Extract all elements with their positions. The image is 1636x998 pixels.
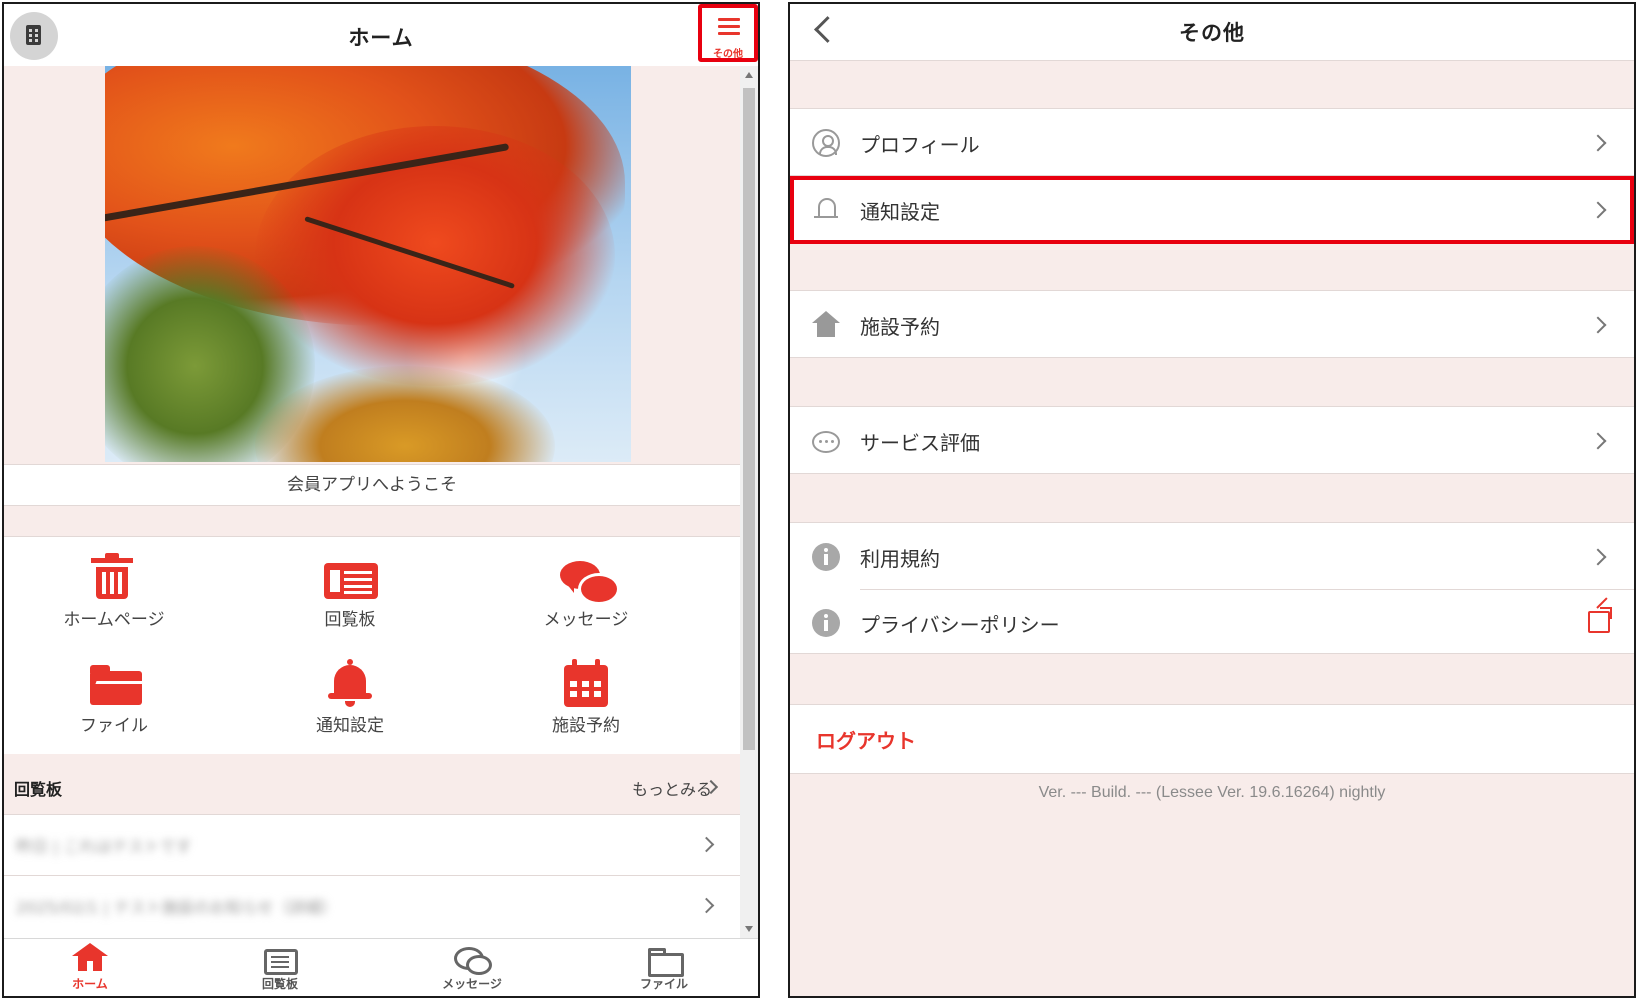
version-text: Ver. --- Build. --- (Lessee Ver. 19.6.16… <box>1038 784 1386 801</box>
chat-bubbles-icon <box>452 943 492 975</box>
trash-icon <box>84 549 144 603</box>
folder-icon <box>84 655 144 709</box>
menu-item-label: 利用規約 <box>860 547 940 571</box>
shortcut-label: 回覧板 <box>324 610 376 630</box>
chevron-right-icon <box>1589 432 1607 450</box>
chat-bubbles-icon <box>556 549 620 605</box>
shortcut-facility-booking[interactable]: 施設予約 <box>496 655 676 736</box>
tab-label: ファイル <box>639 977 688 991</box>
menu-group-legal: 利用規約 プライバシーポリシー <box>790 522 1634 654</box>
menu-item-terms[interactable]: 利用規約 <box>790 523 1634 589</box>
tab-home[interactable]: ホーム <box>30 943 150 992</box>
chevron-right-icon <box>698 897 715 914</box>
calendar-icon <box>556 655 616 709</box>
welcome-text: 会員アプリへようこそ <box>4 464 740 506</box>
tab-messages[interactable]: メッセージ <box>412 943 532 992</box>
shortcut-circular[interactable]: 回覧板 <box>260 549 440 630</box>
menu-item-label: サービス評価 <box>860 431 980 455</box>
home-header: ホーム その他 <box>4 4 758 66</box>
user-circle-icon <box>812 129 840 157</box>
chevron-right-icon <box>698 836 715 853</box>
house-icon <box>812 311 840 339</box>
home-screen: ホーム その他 会員アプリへようこそ ホームページ 回覧板 メッセージ ファイル… <box>2 2 760 998</box>
info-icon <box>812 543 840 571</box>
chevron-right-icon <box>1589 134 1607 152</box>
shortcut-notifications[interactable]: 通知設定 <box>260 655 440 736</box>
other-header: その他 <box>790 4 1634 61</box>
hamburger-icon <box>718 18 740 21</box>
shortcut-label: ファイル <box>80 716 148 736</box>
shortcut-messages[interactable]: メッセージ <box>496 549 676 630</box>
shortcut-label: 施設予約 <box>552 716 620 736</box>
external-link-icon <box>1588 607 1612 633</box>
hero-banner <box>4 66 740 464</box>
list-item[interactable]: 昨日 | これはテストです <box>4 815 740 876</box>
tab-circular[interactable]: 回覧板 <box>220 943 340 992</box>
shortcut-label: 通知設定 <box>316 716 384 736</box>
other-menu-label: その他 <box>713 49 743 60</box>
menu-item-label: プライバシーポリシー <box>860 613 1060 637</box>
shortcut-grid: ホームページ 回覧板 メッセージ ファイル 通知設定 施設予約 <box>4 536 740 755</box>
menu-item-label: 通知設定 <box>860 200 940 224</box>
menu-item-privacy-policy[interactable]: プライバシーポリシー <box>790 589 1634 655</box>
tab-label: メッセージ <box>442 977 502 991</box>
menu-item-label: プロフィール <box>860 133 980 157</box>
menu-item-service-rating[interactable]: サービス評価 <box>790 406 1634 474</box>
section-title: 回覧板 <box>14 780 63 799</box>
info-icon <box>812 609 840 637</box>
circular-section-header: 回覧板 もっとみる <box>4 760 740 815</box>
logout-button[interactable]: ログアウト <box>790 704 1634 774</box>
folder-icon <box>644 943 684 977</box>
bell-outline-icon <box>812 196 840 224</box>
scrollbar[interactable] <box>740 66 758 938</box>
logout-label: ログアウト <box>816 729 916 753</box>
home-icon <box>70 943 110 973</box>
menu-item-profile[interactable]: プロフィール <box>790 108 1634 176</box>
other-screen: その他 プロフィール 通知設定 施設予約 サービス評価 利用規約 プライバシーポ… <box>788 2 1636 998</box>
board-icon <box>320 549 380 603</box>
list-item[interactable]: 2025/02/1 | テスト施設のお知らせ（詳細） <box>4 876 740 939</box>
shortcut-files[interactable]: ファイル <box>24 655 204 736</box>
bell-icon <box>320 655 380 709</box>
tab-label: ホーム <box>72 977 108 991</box>
menu-item-label: 施設予約 <box>860 315 940 339</box>
chevron-right-icon <box>1589 316 1607 334</box>
menu-item-facility-booking[interactable]: 施設予約 <box>790 290 1634 358</box>
list-item-text: 昨日 | これはテストです <box>16 837 192 856</box>
tab-files[interactable]: ファイル <box>604 943 724 992</box>
see-more-link[interactable]: もっとみる <box>632 776 712 800</box>
chat-dots-icon <box>812 431 840 453</box>
menu-item-notification-settings[interactable]: 通知設定 <box>790 176 1634 244</box>
page-title: ホーム <box>348 26 414 50</box>
board-icon <box>260 943 300 975</box>
shortcut-homepage[interactable]: ホームページ <box>24 549 204 630</box>
shortcut-label: メッセージ <box>543 610 629 630</box>
chevron-right-icon <box>1589 201 1607 219</box>
shortcut-label: ホームページ <box>63 610 165 630</box>
list-item-text: 2025/02/1 | テスト施設のお知らせ（詳細） <box>16 898 338 917</box>
scrollbar-thumb[interactable] <box>743 88 755 750</box>
chevron-right-icon <box>1589 548 1607 566</box>
tab-bar: ホーム 回覧板 メッセージ ファイル <box>4 938 758 996</box>
other-menu-button[interactable]: その他 <box>698 4 758 62</box>
tab-label: 回覧板 <box>261 977 298 991</box>
page-title: その他 <box>1179 21 1245 45</box>
autumn-maple-photo <box>105 66 631 462</box>
